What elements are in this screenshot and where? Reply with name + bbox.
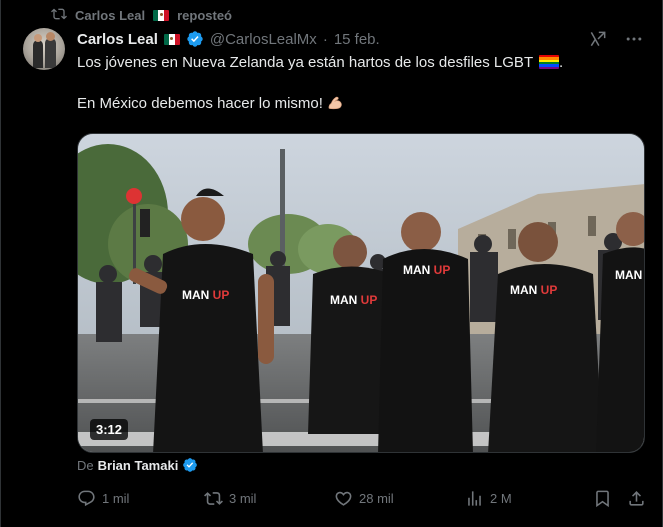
reply-icon [77, 489, 96, 508]
svg-text:MAN: MAN [615, 268, 642, 282]
repost-suffix: reposteó [177, 7, 232, 23]
like-count: 28 mil [359, 491, 394, 506]
svg-text:MAN UP: MAN UP [510, 283, 557, 297]
video-duration: 3:12 [90, 419, 129, 440]
video-thumbnail: MAN UP MAN UP MAN UP MAN UP MAN [78, 134, 644, 452]
post-header: Carlos Leal @CarlosLealMx · 15 feb. [77, 29, 380, 49]
user-handle[interactable]: @CarlosLealMx [210, 31, 317, 48]
svg-text:MAN UP: MAN UP [403, 263, 450, 277]
post-text-period: . [559, 54, 564, 71]
views-button[interactable]: 2 M [465, 489, 512, 508]
reposter-name[interactable]: Carlos Leal [75, 8, 145, 23]
repost-icon [204, 489, 223, 508]
post-text-line-2: En México debemos hacer lo mismo! [77, 93, 647, 117]
source-prefix: De [77, 457, 94, 473]
svg-text:MAN UP: MAN UP [182, 288, 229, 302]
mexico-flag-icon [153, 9, 170, 21]
repost-indicator[interactable]: Carlos Leal reposteó [51, 6, 232, 24]
video-source: De Brian Tamaki [77, 457, 198, 473]
share-icon [627, 489, 646, 508]
post-text-main: Los jóvenes en Nueva Zelanda ya están ha… [77, 54, 533, 71]
repost-button[interactable]: 3 mil [204, 489, 256, 508]
more-icon[interactable] [624, 29, 644, 49]
post-text-line-1: Los jóvenes en Nueva Zelanda ya están ha… [77, 53, 647, 73]
avatar[interactable] [23, 28, 65, 70]
bookmark-icon [593, 489, 612, 508]
heart-icon [334, 489, 353, 508]
repost-icon [51, 6, 67, 25]
flexed-biceps-icon [326, 93, 344, 117]
header-actions [588, 29, 644, 49]
rainbow-flag-icon [539, 55, 560, 69]
verified-badge-icon [182, 457, 198, 473]
post-card[interactable]: Carlos Leal reposteó Carlos Leal @Carlos… [0, 0, 663, 527]
share-button[interactable] [627, 489, 646, 508]
post-text-second: En México debemos hacer lo mismo! [77, 95, 323, 112]
views-icon [465, 489, 484, 508]
reply-count: 1 mil [102, 491, 130, 506]
repost-count: 3 mil [229, 491, 257, 506]
display-name[interactable]: Carlos Leal [77, 31, 158, 48]
separator-dot: · [322, 30, 328, 48]
grok-icon[interactable] [588, 29, 608, 49]
views-count: 2 M [490, 491, 512, 506]
post-date[interactable]: 15 feb. [334, 31, 380, 48]
video-player[interactable]: MAN UP MAN UP MAN UP MAN UP MAN 3:12 [77, 133, 645, 453]
source-author[interactable]: Brian Tamaki [98, 458, 179, 473]
post-text: Los jóvenes en Nueva Zelanda ya están ha… [77, 53, 647, 117]
svg-text:MAN UP: MAN UP [330, 293, 377, 307]
reply-button[interactable]: 1 mil [77, 489, 129, 508]
verified-badge-icon[interactable] [186, 30, 204, 48]
bookmark-button[interactable] [593, 489, 612, 508]
like-button[interactable]: 28 mil [334, 489, 394, 508]
post-actions: 1 mil 3 mil 28 mil 2 M [77, 489, 647, 513]
mexico-flag-icon [163, 33, 180, 45]
